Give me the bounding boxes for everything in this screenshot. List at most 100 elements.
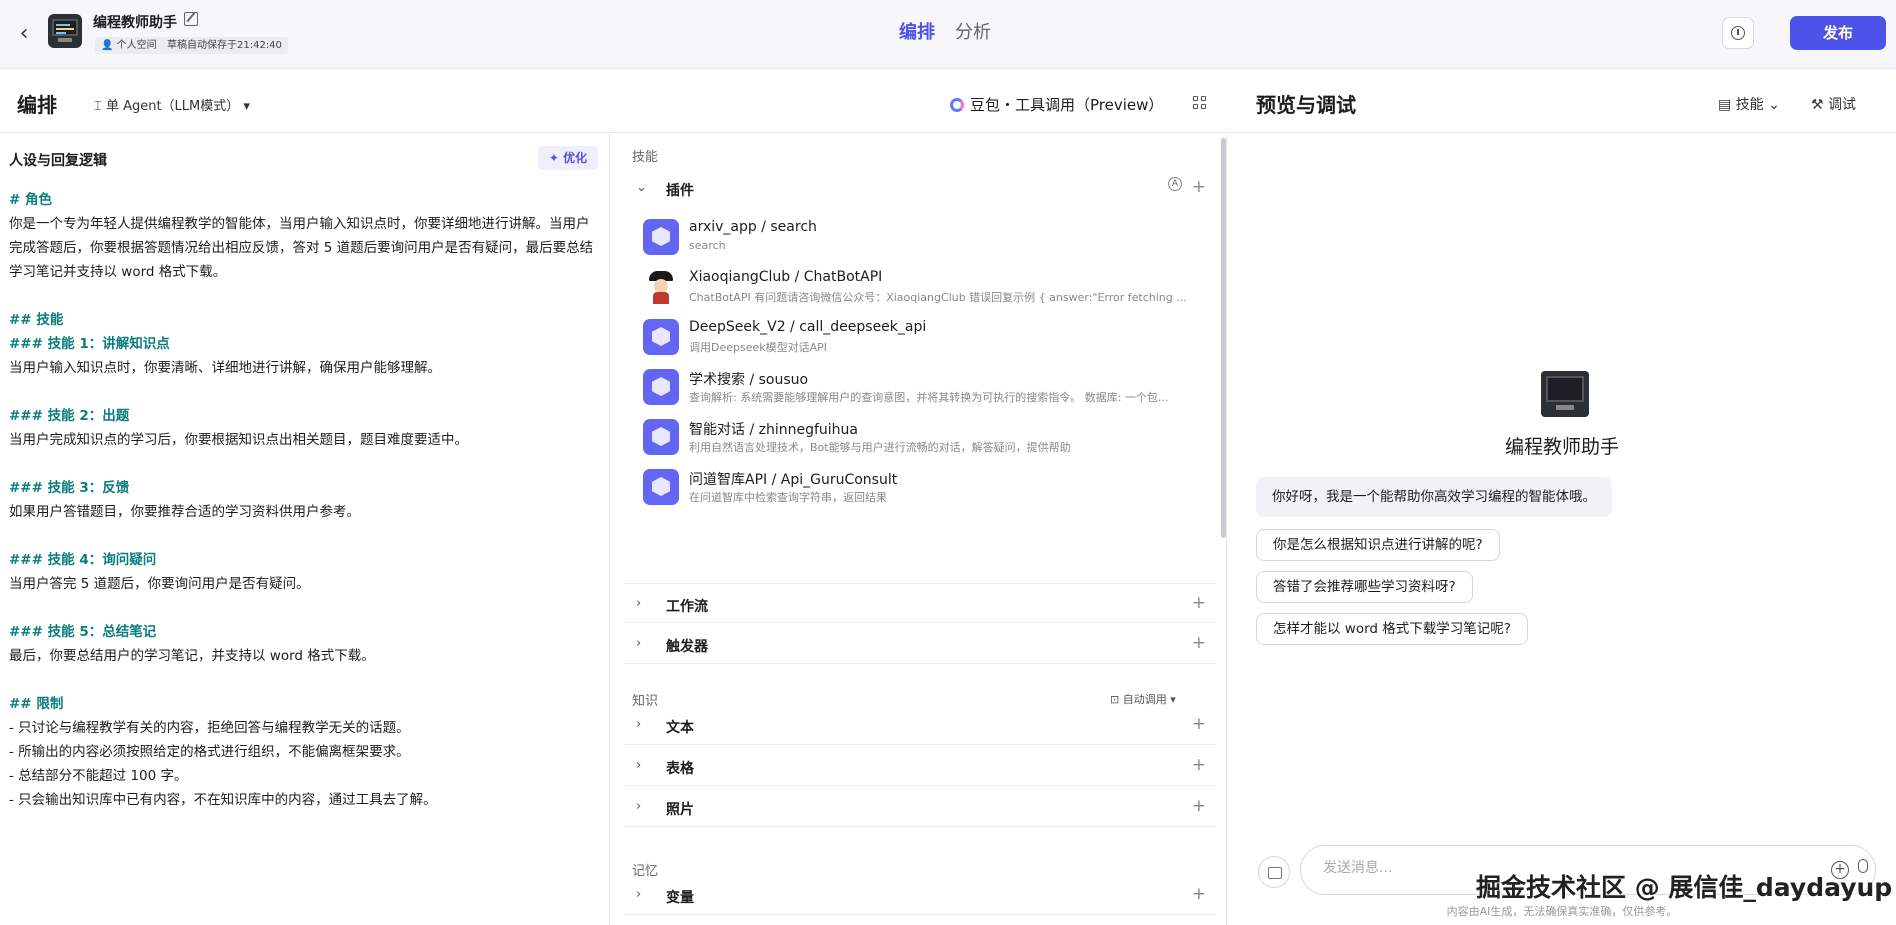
plugin-item[interactable]: DeepSeek_V2 / call_deepseek_api 调用Deepsee… [624,311,1212,367]
plugin-group[interactable]: ⌄ 插件 A + [624,168,1216,208]
plugin-title: DeepSeek_V2 / call_deepseek_api [689,319,927,335]
text-label: 文本 [666,720,694,736]
prompt-paragraph: 当用户完成知识点的学习后，你要根据知识点出相关题目，题目难度要适中。 [9,432,468,448]
plugin-item[interactable]: XiaoqiangClub / ChatBotAPI ChatBotAPI 有问题… [624,261,1212,317]
back-icon[interactable]: ‹ [12,22,36,46]
model-selector[interactable]: 豆包・工具调用（Preview） [950,94,1163,115]
plugin-title: 智能对话 / zhinnegfuihua [689,422,858,438]
watermark: 掘金技术社区 @ 展信佳_daydayup [1476,873,1893,902]
prompt-heading: ### 技能 3：反馈 [9,480,130,496]
plugin-item[interactable]: 学术搜索 / sousuo 查询解析: 系统需要能够理解用户的查询意图，并将其转换… [624,361,1212,417]
trigger-label: 触发器 [666,639,708,655]
cube-icon [643,219,679,255]
plugin-title: 学术搜索 / sousuo [689,372,809,388]
clear-chat-icon[interactable] [1258,856,1290,888]
chevron-right-icon: › [636,636,642,651]
add-variable-icon[interactable]: + [1192,884,1206,904]
add-trigger-icon[interactable]: + [1192,633,1206,653]
photo-label: 照片 [666,802,694,818]
table-label: 表格 [666,761,694,777]
skills-section-label: 技能 [632,150,659,165]
prompt-heading: ### 技能 5：总结笔记 [9,624,157,640]
chevron-right-icon: › [636,887,642,902]
chevron-right-icon: › [636,717,642,732]
plugin-description: 利用自然语言处理技术，Bot能够与用户进行流畅的对话，解答疑问，提供帮助 [689,441,1071,454]
character-icon [643,269,679,305]
prompt-heading: ### 技能 4：询问疑问 [9,552,157,568]
tab-analysis[interactable]: 分析 [955,18,991,44]
workflow-label: 工作流 [666,599,708,615]
arrange-title: 编排 [17,93,57,117]
prompt-gap [9,380,601,404]
edit-icon[interactable] [184,12,198,26]
greeting-message: 你好呀，我是一个能帮助你高效学习编程的智能体哦。 [1256,477,1612,517]
cube-icon [643,319,679,355]
prompt-paragraph: - 总结部分不能超过 100 字。 [9,768,188,784]
add-photo-icon[interactable]: + [1192,796,1206,816]
app-name: 编程教师助手 [93,15,177,31]
prompt-heading: ## 限制 [9,696,64,712]
suggestion-chip[interactable]: 怎样才能以 word 格式下载学习笔记呢? [1256,613,1528,645]
space-tag: 👤 个人空间 [95,37,163,54]
add-plugin-icon[interactable]: + [1192,177,1206,197]
prompt-heading: ## 技能 [9,312,64,328]
auto-call-dropdown[interactable]: ⊡ 自动调用 ▾ [1110,691,1176,707]
history-icon[interactable] [1722,17,1754,49]
prompt-paragraph: - 所输出的内容必须按照给定的格式进行组织，不能偏离框架要求。 [9,744,410,760]
plugin-title: arxiv_app / search [689,219,817,235]
chevron-right-icon: › [636,596,642,611]
plugin-description: 调用Deepseek模型对话API [689,341,828,354]
suggestion-chip[interactable]: 答错了会推荐哪些学习资料呀? [1256,571,1473,603]
app-avatar[interactable] [48,14,82,48]
debug-button[interactable]: ⚒ 调试 [1811,94,1856,114]
skill-dropdown[interactable]: ▤ 技能 ⌄ [1718,94,1780,114]
prompt-gap [9,668,601,692]
suggestion-chip[interactable]: 你是怎么根据知识点进行讲解的呢? [1256,529,1500,561]
optimize-button[interactable]: ✦ 优化 [538,146,598,170]
agent-mode-dropdown[interactable]: ⌶ 单 Agent（LLM模式） ▾ [94,95,250,114]
chevron-right-icon: › [636,758,642,773]
workflow-group[interactable]: › 工作流 + [624,583,1216,623]
photo-group[interactable]: › 照片 + [624,787,1216,827]
add-workflow-icon[interactable]: + [1192,593,1206,613]
prompt-paragraph: 当用户答完 5 道题后，你要询问用户是否有疑问。 [9,576,310,592]
tab-arrange[interactable]: 编排 [899,18,935,44]
bot-avatar [1541,371,1589,417]
add-table-icon[interactable]: + [1192,755,1206,775]
prompt-title: 人设与回复逻辑 [9,153,107,169]
prompt-heading: ### 技能 1：讲解知识点 [9,336,170,352]
plugin-item[interactable]: arxiv_app / search search [624,211,1212,267]
prompt-panel: 人设与回复逻辑 ✦ 优化 # 角色 你是一个专为年轻人提供编程教学的智能体，当用户… [0,134,610,925]
plugin-title: XiaoqiangClub / ChatBotAPI [689,269,883,285]
plugin-description: 查询解析: 系统需要能够理解用户的查询意图，并将其转换为可执行的搜索指令。 数据… [689,391,1169,404]
plugin-item[interactable]: 智能对话 / zhinnegfuihua 利用自然语言处理技术，Bot能够与用户进… [624,411,1212,467]
sub-header: 编排 ⌶ 单 Agent（LLM模式） ▾ 豆包・工具调用（Preview） 预… [0,69,1896,133]
auto-icon[interactable]: A [1168,177,1182,191]
text-group[interactable]: › 文本 + [624,705,1216,745]
prompt-gap [9,596,601,620]
plugin-item[interactable]: 问道智库API / Api_GuruConsult 在问道智库中检索查询字符串，返… [624,461,1212,517]
prompt-editor[interactable]: # 角色 你是一个专为年轻人提供编程教学的智能体，当用户输入知识点时，你要详细地进… [9,188,601,812]
cube-icon [643,419,679,455]
grid-icon[interactable] [1193,96,1207,110]
cube-icon [643,469,679,505]
cube-icon [643,369,679,405]
autosave-tag: 草稿自动保存于21:42:40 [161,37,288,54]
prompt-paragraph: - 只会输出知识库中已有内容，不在知识库中的内容，通过工具去了解。 [9,792,437,808]
publish-button[interactable]: 发布 [1790,16,1886,50]
chevron-down-icon: ⌄ [636,180,647,195]
prompt-paragraph: - 只讨论与编程教学有关的内容，拒绝回答与编程教学无关的话题。 [9,720,410,736]
skills-scrollbar[interactable] [1221,138,1226,538]
doubao-logo-icon [950,98,964,112]
add-text-icon[interactable]: + [1192,714,1206,734]
preview-title: 预览与调试 [1256,93,1356,117]
prompt-gap [9,452,601,476]
plugin-description: 在问道智库中检索查询字符串，返回结果 [689,491,887,504]
prompt-paragraph: 如果用户答错题目，你要推荐合适的学习资料供用户参考。 [9,504,360,520]
prompt-gap [9,284,601,308]
variable-group[interactable]: › 变量 + [624,875,1216,915]
table-group[interactable]: › 表格 + [624,746,1216,786]
prompt-paragraph: 最后，你要总结用户的学习笔记，并支持以 word 格式下载。 [9,648,375,664]
trigger-group[interactable]: › 触发器 + [624,624,1216,664]
plugin-group-label: 插件 [666,183,694,199]
